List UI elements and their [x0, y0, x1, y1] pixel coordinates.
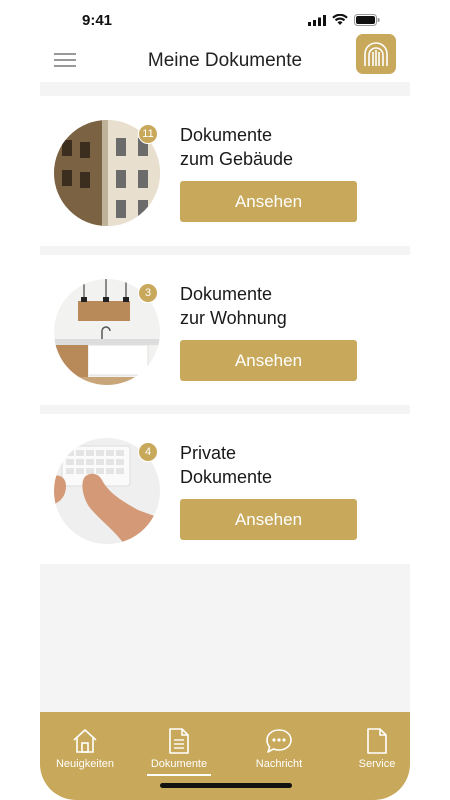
document-count-badge: 4 — [138, 442, 158, 462]
view-button[interactable]: Ansehen — [180, 340, 357, 381]
nav-item-dokumente[interactable]: Dokumente — [138, 728, 220, 776]
nav-item-nachricht[interactable]: Nachricht — [238, 728, 320, 770]
card-title: Dokumente zum Gebäude — [180, 125, 294, 169]
card-title: Private Dokumente — [180, 443, 273, 487]
nav-label: Nachricht — [255, 758, 303, 770]
phone-screen: 9:41 Meine Dokumente 11 Dokumente zum Ge… — [40, 0, 410, 800]
document-count-badge: 11 — [138, 124, 158, 144]
building-logo-icon — [364, 42, 388, 66]
status-bar: 9:41 — [40, 0, 410, 40]
card-private-documents[interactable]: 4 Private Dokumente Ansehen — [40, 414, 410, 564]
view-button[interactable]: Ansehen — [180, 181, 357, 222]
nav-item-neuigkeiten[interactable]: Neuigkeiten — [44, 728, 126, 770]
wifi-icon — [332, 14, 348, 25]
active-tab-indicator — [147, 774, 211, 776]
brand-logo-button[interactable] — [356, 34, 396, 74]
document-list: 11 Dokumente zum Gebäude Ansehen 3 Dokum… — [40, 82, 410, 712]
card-apartment-documents[interactable]: 3 Dokumente zur Wohnung Ansehen — [40, 255, 410, 405]
page-title: Meine Dokumente — [147, 50, 303, 71]
nav-label: Dokumente — [150, 758, 208, 770]
battery-icon — [354, 14, 380, 26]
home-icon — [73, 729, 97, 753]
view-button[interactable]: Ansehen — [180, 499, 357, 540]
nav-item-service[interactable]: Service — [336, 728, 418, 770]
file-icon — [367, 728, 387, 754]
nav-label: Neuigkeiten — [55, 758, 115, 770]
status-time: 9:41 — [82, 12, 113, 29]
nav-label: Service — [358, 758, 396, 770]
app-header: Meine Dokumente — [40, 34, 410, 82]
home-indicator — [160, 783, 292, 788]
card-title: Dokumente zur Wohnung — [180, 284, 287, 328]
document-count-badge: 3 — [138, 283, 158, 303]
status-icons — [308, 14, 380, 26]
signal-icon — [308, 14, 326, 26]
card-building-documents[interactable]: 11 Dokumente zum Gebäude Ansehen — [40, 96, 410, 246]
document-icon — [169, 728, 189, 754]
chat-icon — [266, 729, 292, 753]
